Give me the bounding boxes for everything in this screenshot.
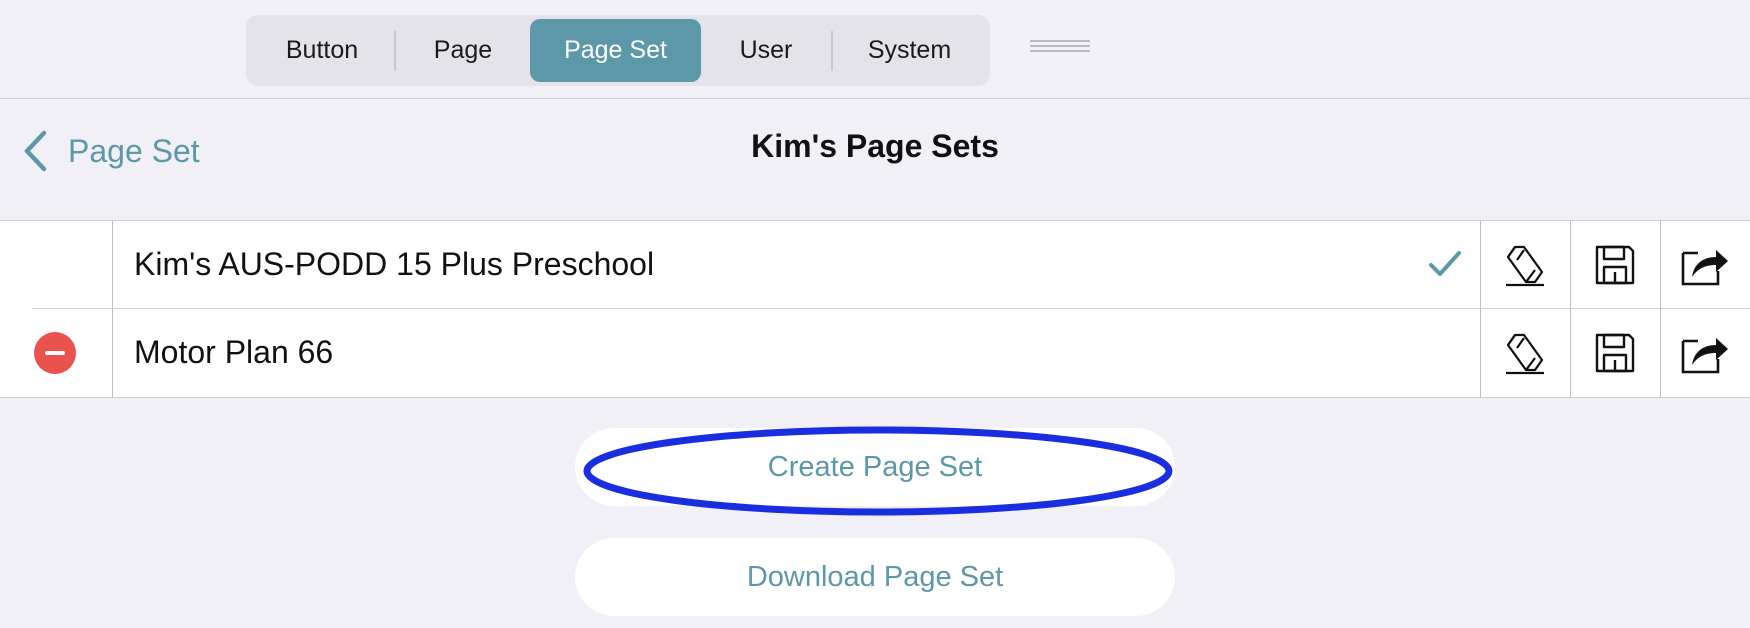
share-page-set-button[interactable] [1660, 221, 1750, 308]
share-page-set-button[interactable] [1660, 309, 1750, 396]
tab-page[interactable]: Page [396, 19, 530, 82]
page-set-name[interactable]: Kim's AUS-PODD 15 Plus Preschool [134, 221, 654, 308]
pencil-icon [1506, 245, 1544, 286]
page-set-name[interactable]: Motor Plan 66 [134, 309, 333, 396]
create-page-set-button[interactable]: Create Page Set [575, 428, 1175, 506]
edit-page-set-button[interactable] [1480, 221, 1570, 308]
floppy-disk-icon [1595, 245, 1635, 284]
delete-minus-icon[interactable] [34, 332, 76, 374]
floppy-disk-icon [1595, 333, 1635, 372]
drag-handle-icon[interactable] [1030, 40, 1090, 56]
checkmark-icon [1429, 251, 1461, 276]
tab-page-set[interactable]: Page Set [530, 19, 701, 82]
share-icon [1681, 249, 1728, 285]
tab-system[interactable]: System [833, 19, 986, 82]
page-set-table: Kim's AUS-PODD 15 Plus Preschool Motor P… [0, 220, 1750, 398]
edit-page-set-button[interactable] [1480, 309, 1570, 396]
share-icon [1681, 337, 1728, 373]
tab-button[interactable]: Button [250, 19, 394, 82]
pencil-icon [1506, 333, 1544, 374]
settings-segmented-control: Button Page Page Set User System [246, 15, 990, 86]
table-row[interactable]: Motor Plan 66 [0, 309, 1750, 396]
save-page-set-button[interactable] [1570, 221, 1660, 308]
tab-user[interactable]: User [701, 19, 831, 82]
page-set-settings-screen: Button Page Page Set User System Page Se… [0, 0, 1750, 628]
header-divider [0, 98, 1750, 99]
download-page-set-button[interactable]: Download Page Set [575, 538, 1175, 616]
table-row[interactable]: Kim's AUS-PODD 15 Plus Preschool [0, 221, 1750, 309]
page-title: Kim's Page Sets [751, 128, 999, 164]
save-page-set-button[interactable] [1570, 309, 1660, 396]
